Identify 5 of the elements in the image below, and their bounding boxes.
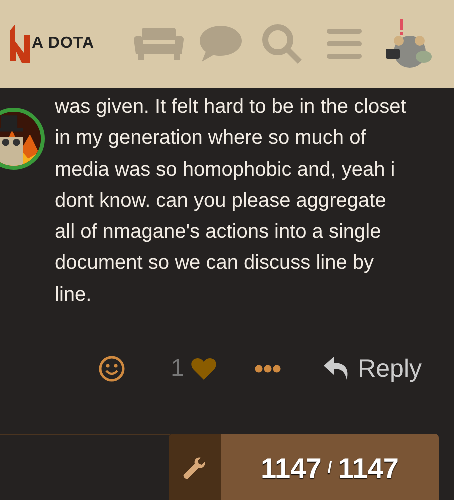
post-text: was given. It felt hard to be in the closet in my generation where so much of media was so homophobic and, yeah i dont know. can you please aggregate all of nmagane's actions into a single document so we can discuss line by line. [55, 95, 408, 308]
reply-button[interactable]: Reply [324, 354, 422, 384]
post-progress-button[interactable]: 1147 / 1147 [221, 434, 439, 500]
logo-text[interactable]: A DOTA [32, 35, 95, 53]
like-count[interactable]: 1 [171, 355, 184, 383]
